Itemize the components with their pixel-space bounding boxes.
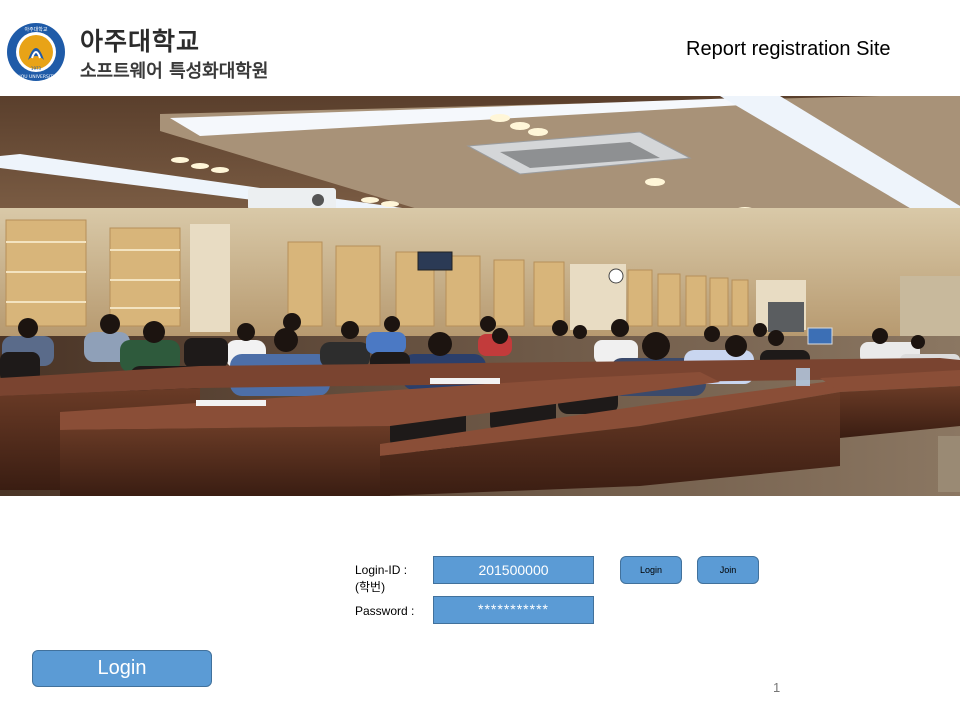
main-login-button[interactable]: Login bbox=[32, 650, 212, 687]
svg-text:1973: 1973 bbox=[31, 66, 42, 71]
department-name: 소프트웨어 특성화대학원 bbox=[80, 61, 269, 82]
password-field[interactable]: *********** bbox=[433, 596, 594, 624]
logo-ring-text: 아주대학교 bbox=[24, 26, 47, 33]
page-number: 1 bbox=[773, 680, 781, 695]
university-name: 아주대학교 bbox=[80, 27, 201, 56]
lecture-hall-photo-icon bbox=[0, 96, 960, 496]
svg-text:AJOU UNIVERSITY: AJOU UNIVERSITY bbox=[16, 74, 56, 80]
password-label: Password : bbox=[355, 604, 415, 618]
ajou-university-seal-icon: 아주대학교 AJOU UNIVERSITY 1973 bbox=[7, 23, 65, 81]
login-id-label: Login-ID : bbox=[355, 563, 408, 577]
login-id-field[interactable]: 201500000 bbox=[433, 556, 594, 584]
login-id-sublabel: (학번) bbox=[355, 580, 386, 594]
site-title: Report registration Site bbox=[686, 38, 891, 60]
login-button[interactable]: Login bbox=[620, 556, 682, 584]
join-button[interactable]: Join bbox=[697, 556, 759, 584]
